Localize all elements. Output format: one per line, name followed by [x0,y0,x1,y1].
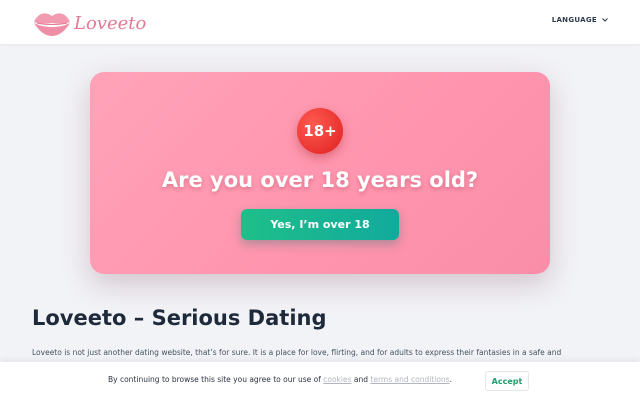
cookie-message: By continuing to browse this site you ag… [108,375,452,384]
page: Loveeto LANGUAGE 18+ Are you over 18 yea… [0,0,640,400]
cookie-banner: By continuing to browse this site you ag… [0,362,640,400]
language-label: LANGUAGE [551,16,597,24]
lips-icon [34,13,70,36]
age-badge: 18+ [297,108,343,154]
confirm-age-button[interactable]: Yes, I’m over 18 [241,209,399,240]
cookie-text-after: . [449,375,452,384]
accept-cookies-button[interactable]: Accept [485,371,529,391]
language-selector[interactable]: LANGUAGE [552,16,608,24]
age-verification-card: 18+ Are you over 18 years old? Yes, I’m … [90,72,550,274]
logo-text: Loveeto [74,12,147,34]
terms-link[interactable]: terms and conditions [370,375,449,384]
logo[interactable]: Loveeto [32,8,146,38]
site-header: Loveeto LANGUAGE [0,0,640,44]
cookies-link[interactable]: cookies [323,375,351,384]
chevron-down-icon [602,16,608,24]
cookie-text-and: and [353,375,368,384]
intro-paragraph: Loveeto is not just another dating websi… [32,348,562,357]
cookie-text-before: By continuing to browse this site you ag… [108,375,321,384]
page-title: Loveeto – Serious Dating [32,306,327,330]
age-question: Are you over 18 years old? [161,168,479,192]
